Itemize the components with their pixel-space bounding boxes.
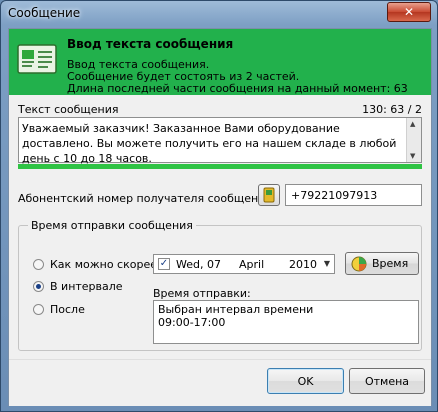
banner-title: Ввод текста сообщения: [67, 37, 234, 51]
radio-after-label: После: [50, 303, 85, 316]
clock-pie-icon: [351, 256, 367, 271]
header-banner: Ввод текста сообщения Ввод текста сообще…: [9, 29, 431, 95]
send-time-line-2: 09:00-17:00: [158, 316, 226, 329]
message-textarea[interactable]: Уважаемый заказчик! Заказанное Вами обор…: [18, 117, 422, 165]
time-button[interactable]: Время: [345, 252, 419, 275]
date-checkbox[interactable]: ✓: [158, 258, 170, 270]
message-length-progress: [18, 164, 422, 169]
radio-asap-circle[interactable]: [33, 259, 44, 270]
message-counter: 130: 63 / 2: [362, 103, 422, 116]
send-time-group-title: Время отправки сообщения: [28, 219, 196, 232]
sms-card-icon: [17, 44, 57, 74]
date-month[interactable]: April: [239, 258, 264, 271]
radio-interval[interactable]: В интервале: [33, 280, 123, 293]
chevron-down-icon[interactable]: ▼: [324, 259, 330, 268]
close-icon: ✕: [403, 5, 415, 19]
radio-after[interactable]: После: [33, 303, 85, 316]
ok-button[interactable]: OK: [267, 368, 344, 394]
radio-after-circle[interactable]: [33, 304, 44, 315]
date-picker[interactable]: ✓ Wed, 07 April 2010 ▼: [153, 254, 335, 274]
date-year[interactable]: 2010: [289, 258, 317, 271]
scroll-down-icon[interactable]: ▼: [410, 152, 415, 160]
banner-description-3: Длина последней части сообщения на данны…: [67, 82, 408, 95]
send-time-label: Время отправки:: [153, 287, 251, 300]
scroll-up-icon[interactable]: ▲: [410, 120, 415, 128]
time-button-label: Время: [372, 257, 409, 270]
radio-interval-label: В интервале: [50, 280, 123, 293]
date-day[interactable]: Wed, 07: [176, 258, 221, 271]
phone-label: Абонентский номер получателя сообщения:: [18, 192, 276, 205]
message-text: Уважаемый заказчик! Заказанное Вами обор…: [22, 122, 397, 165]
close-button[interactable]: ✕: [387, 2, 431, 22]
send-time-line-1: Выбран интервал времени: [158, 303, 314, 316]
title-bar[interactable]: Сообщение ✕: [1, 1, 437, 25]
radio-asap-label: Как можно скорее: [50, 258, 157, 271]
cancel-button[interactable]: Отмена: [349, 368, 425, 394]
phone-number-input[interactable]: +79221097913: [285, 184, 422, 206]
radio-asap[interactable]: Как можно скорее: [33, 258, 157, 271]
send-time-display: Выбран интервал времени 09:00-17:00: [153, 300, 419, 344]
dialog-client-area: Ввод текста сообщения Ввод текста сообще…: [8, 28, 432, 406]
message-label: Текст сообщения: [18, 103, 119, 116]
dialog-window: Сообщение ✕ Ввод текста сообщения Ввод т…: [0, 0, 438, 412]
radio-interval-circle[interactable]: [33, 281, 44, 292]
message-scrollbar[interactable]: ▲ ▼: [406, 118, 421, 162]
progress-fill: [18, 164, 422, 169]
phonebook-icon: [263, 187, 275, 203]
window-title: Сообщение: [8, 6, 81, 20]
phonebook-button[interactable]: [258, 184, 280, 206]
